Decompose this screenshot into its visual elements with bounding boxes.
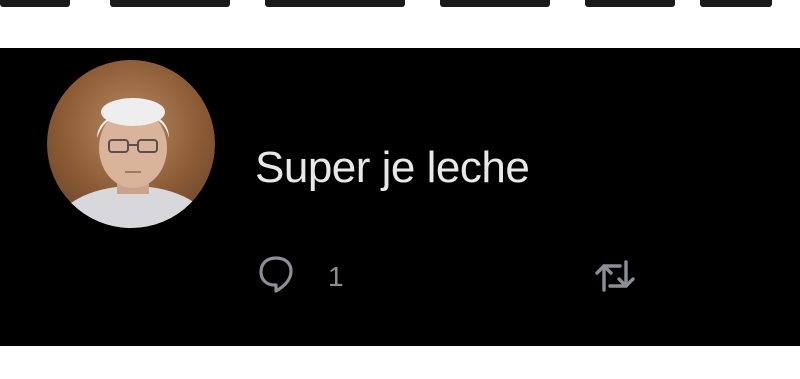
reply-button[interactable]: 1 <box>258 254 344 299</box>
retweet-button[interactable] <box>594 256 636 301</box>
speech-bubble-icon <box>258 254 294 299</box>
page-background <box>0 346 800 379</box>
retweet-icon <box>594 256 636 301</box>
avatar[interactable] <box>47 60 215 228</box>
post-card[interactable]: Super je leche 1 <box>0 48 800 346</box>
page: Super je leche 1 <box>0 0 800 379</box>
reply-count: 1 <box>328 260 344 292</box>
cropped-text-remnant <box>0 0 800 14</box>
post-text: Super je leche <box>255 143 530 192</box>
